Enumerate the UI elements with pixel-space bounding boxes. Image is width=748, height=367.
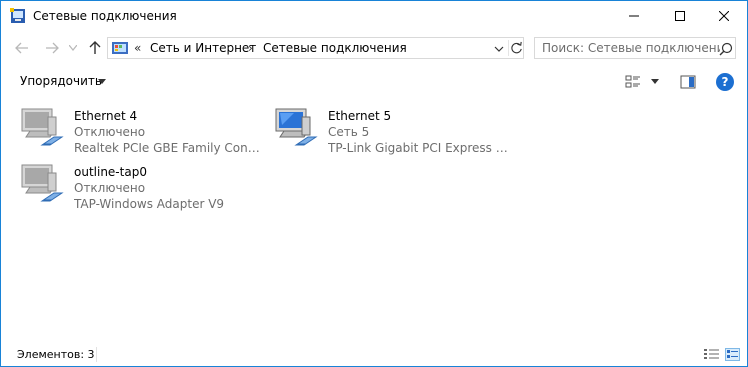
- address-bar[interactable]: « Сеть и Интернет › Сетевые подключения: [107, 37, 524, 59]
- breadcrumb-separator[interactable]: ›: [248, 41, 253, 55]
- connection-status: Сеть 5: [328, 125, 370, 139]
- arrow-right-icon: [46, 42, 59, 54]
- network-adapter-disconnected-icon: [21, 108, 64, 146]
- connection-name: Ethernet 4: [74, 109, 138, 123]
- item-count: Элементов: 3: [17, 348, 95, 361]
- help-icon[interactable]: ?: [716, 73, 734, 91]
- control-panel-icon: [112, 42, 128, 54]
- connection-item-ethernet-5[interactable]: Ethernet 5 Сеть 5 TP-Link Gigabit PCI Ex…: [274, 105, 524, 157]
- explorer-window: Сетевые подключения « Сеть и Интернет › …: [0, 0, 748, 367]
- connection-item-outline-tap0[interactable]: outline-tap0 Отключено TAP-Windows Adapt…: [20, 161, 270, 213]
- recent-locations-icon[interactable]: [69, 45, 77, 51]
- breadcrumb-network-internet[interactable]: Сеть и Интернет: [150, 41, 256, 55]
- search-placeholder: Поиск: Сетевые подключения: [542, 41, 720, 55]
- refresh-icon[interactable]: [508, 40, 524, 56]
- maximize-button[interactable]: [657, 1, 703, 31]
- back-button[interactable]: [12, 38, 32, 58]
- search-input[interactable]: Поиск: Сетевые подключения: [534, 37, 736, 59]
- status-bar: Элементов: 3: [1, 343, 747, 366]
- organize-button[interactable]: Упорядочить: [20, 74, 102, 88]
- tiles-glyph-icon: [727, 350, 738, 358]
- command-bar: Упорядочить ?: [1, 67, 747, 97]
- connection-device: TP-Link Gigabit PCI Express Adap...: [328, 141, 514, 155]
- network-adapter-connected-icon: [275, 108, 318, 146]
- connections-list: Ethernet 4 Отключено Realtek PCIe GBE Fa…: [1, 101, 747, 341]
- connection-item-ethernet-4[interactable]: Ethernet 4 Отключено Realtek PCIe GBE Fa…: [20, 105, 270, 157]
- navigation-bar: « Сеть и Интернет › Сетевые подключения …: [1, 34, 747, 62]
- connection-name: outline-tap0: [74, 165, 147, 179]
- search-icon: [719, 42, 733, 56]
- arrow-left-icon: [15, 42, 28, 54]
- chevron-down-icon[interactable]: [492, 42, 506, 56]
- connection-device: TAP-Windows Adapter V9: [74, 197, 225, 211]
- breadcrumb-overflow[interactable]: «: [134, 41, 141, 55]
- chevron-down-icon[interactable]: [651, 79, 659, 84]
- close-button[interactable]: [701, 1, 747, 31]
- view-options-icon[interactable]: [625, 74, 641, 90]
- title-bar[interactable]: Сетевые подключения: [1, 1, 747, 31]
- minimize-icon: [629, 15, 639, 17]
- connection-status: Отключено: [74, 181, 146, 195]
- connection-device: Realtek PCIe GBE Family Controll...: [74, 141, 260, 155]
- up-button[interactable]: [85, 38, 105, 58]
- network-adapter-disconnected-icon: [21, 164, 64, 202]
- connection-status: Отключено: [74, 125, 146, 139]
- close-icon: [719, 11, 729, 21]
- maximize-icon: [675, 11, 685, 21]
- window-title: Сетевые подключения: [33, 9, 177, 23]
- connection-name: Ethernet 5: [328, 109, 392, 123]
- chevron-down-icon[interactable]: [98, 79, 106, 84]
- breadcrumb-network-connections[interactable]: Сетевые подключения: [263, 41, 407, 55]
- tiles-view-icon[interactable]: [725, 348, 740, 361]
- details-view-icon[interactable]: [704, 348, 719, 361]
- forward-button[interactable]: [42, 38, 62, 58]
- status-divider: [96, 347, 97, 362]
- minimize-button[interactable]: [611, 1, 657, 31]
- network-connections-icon: [10, 8, 25, 23]
- arrow-up-icon: [89, 41, 101, 54]
- preview-pane-icon[interactable]: [680, 74, 696, 90]
